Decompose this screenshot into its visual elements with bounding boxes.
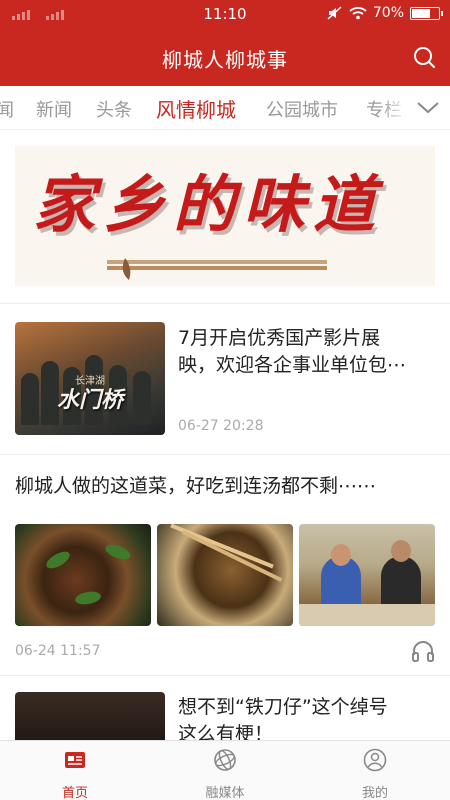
bottom-nav: 首页 融媒体 我的	[0, 740, 450, 800]
tab-liucheng-style[interactable]: 风情柳城	[156, 94, 236, 123]
banner-title: 家乡的味道	[33, 168, 384, 241]
app-header: 柳城人柳城事	[0, 28, 450, 86]
globe-icon	[214, 749, 236, 771]
article-photo-strip	[15, 524, 435, 626]
tabs-more-button[interactable]	[406, 86, 450, 129]
home-news-icon	[65, 752, 85, 768]
nav-label: 融媒体	[205, 786, 245, 800]
article-time: 06-27 20:28	[178, 418, 264, 434]
battery-percent: 70%	[372, 5, 404, 21]
nav-mine[interactable]: 我的	[300, 747, 450, 800]
nav-label: 首页	[61, 786, 88, 800]
status-bar: 11:10 70%	[0, 0, 450, 28]
article-time: 06-24 11:57	[15, 643, 101, 659]
tab-park-city[interactable]: 公园城市	[266, 96, 338, 122]
article-photo	[15, 524, 151, 626]
article-photo	[157, 524, 293, 626]
divider	[0, 303, 450, 304]
article-title-line: 7月开启优秀国产影片展	[178, 327, 381, 349]
chevron-down-icon	[417, 102, 439, 114]
article-photo	[299, 524, 435, 626]
tab-partial[interactable]: 闻	[0, 96, 14, 122]
article-title: 柳城人做的这道菜，好吃到连汤都不剩⋯⋯	[15, 475, 377, 497]
article-title-line: 映，欢迎各企事业单位包⋯	[178, 354, 407, 376]
divider	[0, 675, 450, 676]
nav-label: 我的	[361, 786, 388, 800]
headphones-icon[interactable]	[411, 640, 435, 662]
search-icon[interactable]	[412, 45, 436, 69]
nav-home[interactable]: 首页	[0, 747, 150, 800]
nav-media[interactable]: 融媒体	[150, 747, 300, 800]
chopsticks-icon	[107, 258, 327, 280]
divider	[0, 454, 450, 455]
category-tabs: 闻 新闻 头条 风情柳城 公园城市 专栏	[0, 86, 450, 130]
tab-headlines[interactable]: 头条	[96, 96, 132, 122]
article-title-line: 想不到“铁刀仔”这个绰号	[178, 696, 388, 718]
article-thumbnail: 长津湖 水门桥	[15, 322, 165, 435]
page-title: 柳城人柳城事	[162, 48, 288, 72]
poster-title: 水门桥	[56, 387, 123, 413]
status-right: 70%	[327, 5, 443, 21]
wifi-icon	[349, 7, 367, 20]
banner-image[interactable]: 家乡的味道	[15, 146, 435, 286]
user-icon	[363, 748, 387, 772]
mute-icon	[327, 6, 342, 20]
tab-news[interactable]: 新闻	[36, 96, 72, 122]
battery-icon	[410, 6, 443, 20]
